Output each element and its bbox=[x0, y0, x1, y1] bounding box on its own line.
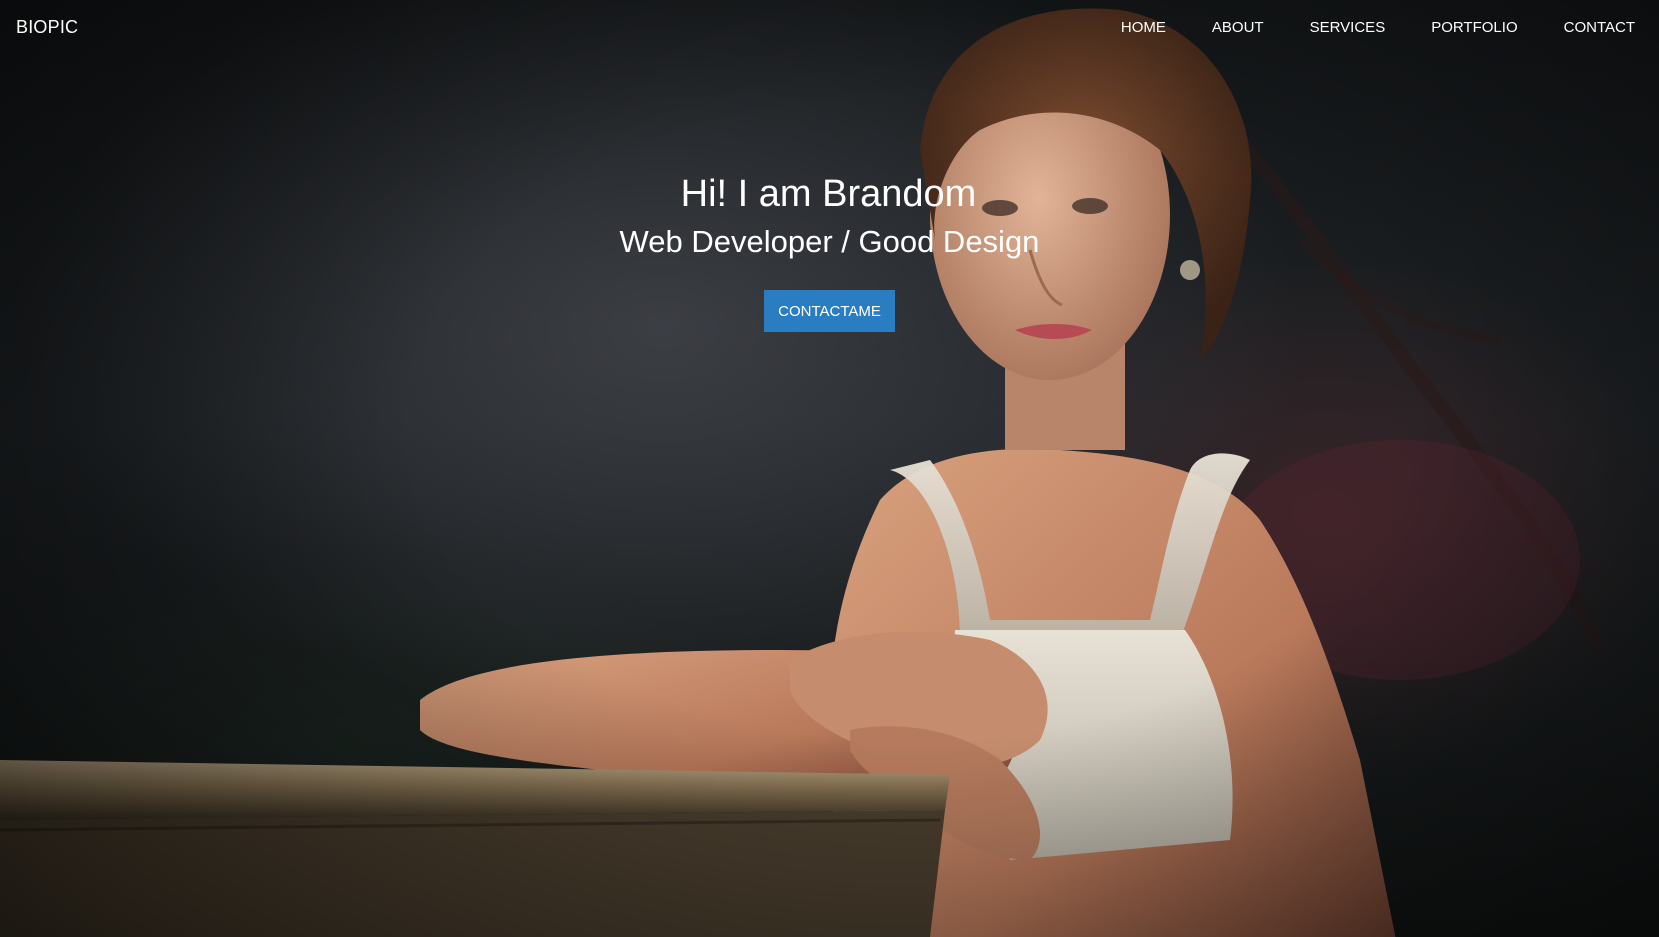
nav-links: HOME ABOUT SERVICES PORTFOLIO CONTACT bbox=[1075, 19, 1635, 36]
nav-link-services[interactable]: SERVICES bbox=[1310, 19, 1386, 36]
nav-link-contact[interactable]: CONTACT bbox=[1564, 19, 1635, 36]
brand-logo[interactable]: BIOPIC bbox=[16, 17, 78, 38]
hero-title: Hi! I am Brandom bbox=[680, 173, 977, 215]
hero-section: BIOPIC HOME ABOUT SERVICES PORTFOLIO CON… bbox=[0, 0, 1659, 937]
contact-me-button[interactable]: CONTACTAME bbox=[764, 290, 895, 332]
nav-link-portfolio[interactable]: PORTFOLIO bbox=[1431, 19, 1517, 36]
top-navbar: BIOPIC HOME ABOUT SERVICES PORTFOLIO CON… bbox=[0, 0, 1659, 54]
hero-intro: Hi! I am Brandom Web Developer / Good De… bbox=[0, 170, 1659, 332]
nav-link-home[interactable]: HOME bbox=[1121, 19, 1166, 36]
background-vignette bbox=[0, 0, 1659, 937]
hero-subtitle: Web Developer / Good Design bbox=[619, 224, 1040, 259]
nav-link-about[interactable]: ABOUT bbox=[1212, 19, 1264, 36]
